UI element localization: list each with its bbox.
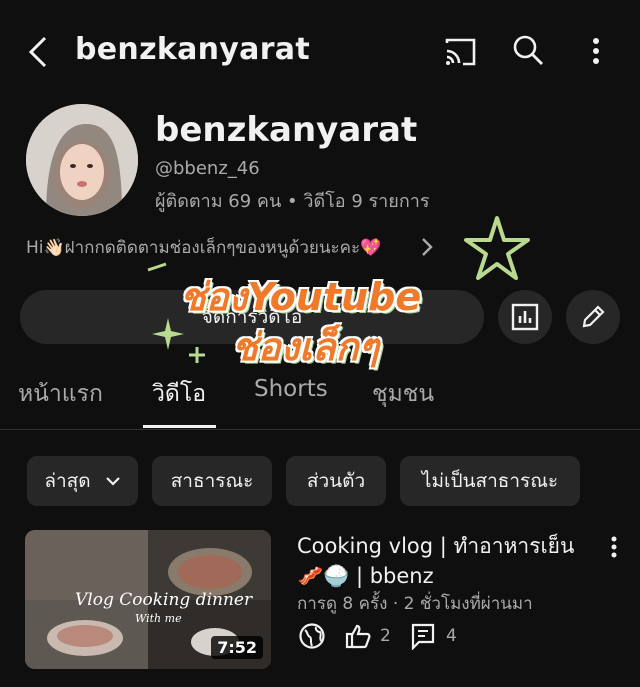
sort-dropdown-label: ล่าสุด	[44, 470, 91, 492]
sparkle-dash-icon	[147, 262, 167, 272]
channel-description-text: Hi👋🏻ฝากกดติดตามช่องเล็กๆของหนูด้วยนะคะ💖	[26, 238, 382, 258]
video-duration: 7:52	[211, 636, 263, 659]
channel-name: benzkanyarat	[155, 110, 418, 150]
tab-videos[interactable]: วิดีโอ	[152, 376, 206, 412]
channel-stats: ผู้ติดตาม 69 คน • วิดีโอ 9 รายการ	[155, 191, 430, 212]
search-icon	[513, 35, 543, 65]
pencil-icon	[582, 305, 605, 328]
top-app-bar: benzkanyarat	[0, 0, 640, 104]
comments-group: 4	[410, 622, 457, 650]
filter-chip-label: ไม่เป็นสาธารณะ	[421, 470, 559, 492]
chevron-down-icon	[105, 477, 120, 486]
filter-chip-private[interactable]: ส่วนตัว	[286, 456, 386, 506]
likes-group: 2	[344, 622, 391, 650]
tab-home[interactable]: หน้าแรก	[18, 376, 103, 412]
analytics-icon	[511, 303, 539, 331]
sticker-text-line2: ช่องเล็กๆ	[232, 325, 379, 369]
page-title: benzkanyarat	[75, 32, 310, 67]
tab-community[interactable]: ชุมชน	[372, 376, 434, 412]
comment-icon	[411, 623, 435, 650]
sparkle-star-icon	[464, 216, 530, 280]
avatar-photo	[26, 104, 138, 216]
more-vertical-icon	[611, 536, 617, 558]
video-meta: การดู 8 ครั้ง · 2 ชั่วโมงที่ผ่านมา	[297, 594, 533, 614]
description-expand-icon[interactable]	[420, 236, 434, 262]
channel-description[interactable]: Hi👋🏻ฝากกดติดตามช่องเล็กๆของหนูด้วยนะคะ💖	[26, 234, 381, 261]
tabs-divider	[0, 429, 640, 430]
filter-chip-unlisted[interactable]: ไม่เป็นสาธารณะ	[400, 456, 580, 506]
video-title[interactable]: Cooking vlog | ทำอาหารเย็น🥓🍚 | bbenz	[297, 531, 597, 591]
more-vertical-icon	[593, 38, 599, 64]
visibility-public-icon	[298, 622, 326, 654]
filter-chip-public[interactable]: สาธารณะ	[152, 456, 272, 506]
search-button[interactable]	[508, 30, 548, 70]
filter-chip-label: สาธารณะ	[170, 470, 254, 492]
video-thumbnail[interactable]: Vlog Cooking dinner With me 7:52	[25, 530, 271, 669]
filter-chip-label: ส่วนตัว	[306, 470, 366, 492]
video-more-button[interactable]	[604, 532, 624, 562]
analytics-button[interactable]	[498, 290, 552, 344]
sort-dropdown[interactable]: ล่าสุด	[27, 456, 138, 506]
thumbnail-title: Vlog Cooking dinner	[75, 590, 253, 610]
edit-channel-button[interactable]	[566, 290, 620, 344]
comments-count: 4	[446, 626, 457, 646]
thumbs-up-icon	[345, 624, 371, 649]
back-arrow-icon	[28, 36, 47, 68]
active-tab-indicator	[143, 425, 216, 428]
likes-count: 2	[380, 626, 391, 646]
sparkle-plus-icon	[189, 347, 205, 363]
more-options-button[interactable]	[580, 30, 612, 72]
channel-handle: @bbenz_46	[155, 158, 260, 179]
cast-button[interactable]	[440, 32, 480, 72]
channel-avatar[interactable]	[26, 104, 138, 216]
thumbnail-subtitle: With me	[135, 612, 182, 625]
back-button[interactable]	[20, 30, 56, 74]
cast-icon	[445, 38, 476, 66]
tab-shorts[interactable]: Shorts	[254, 376, 328, 402]
